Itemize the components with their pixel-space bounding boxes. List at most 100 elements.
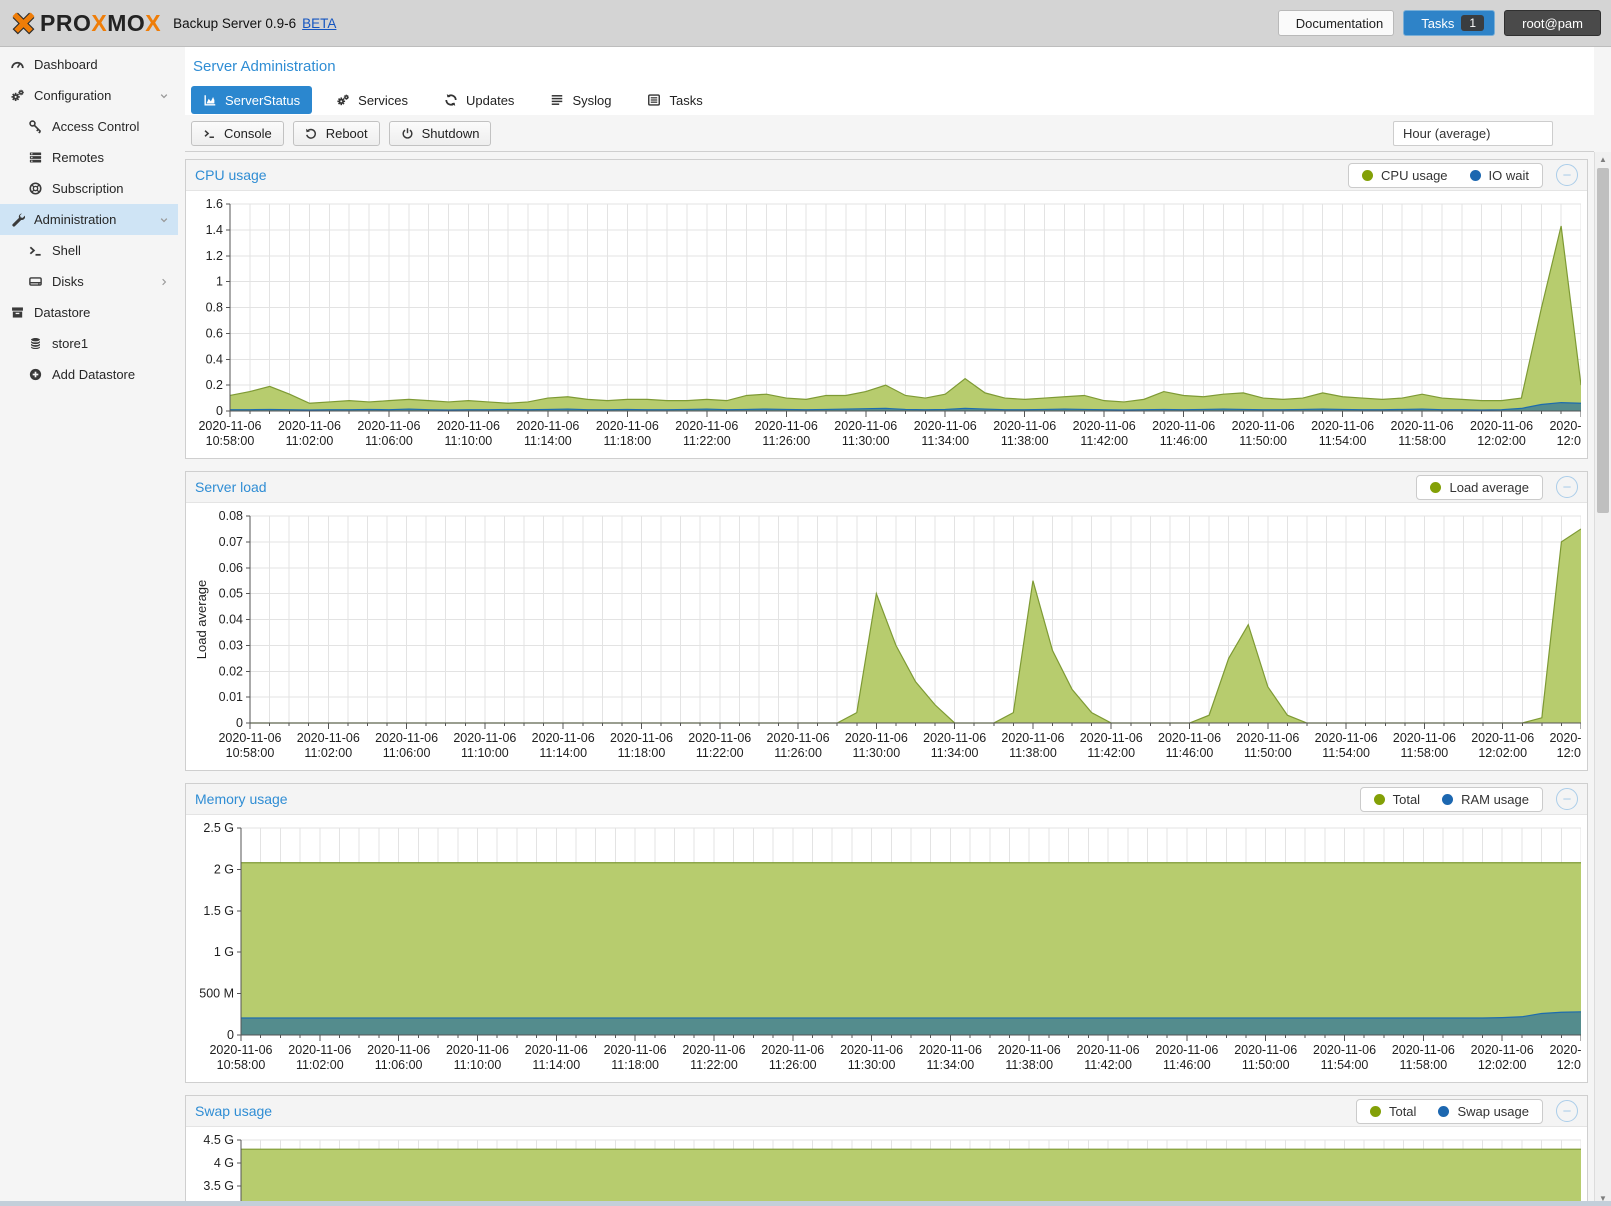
sidebar-item-add-datastore[interactable]: Add Datastore (0, 359, 178, 390)
svg-text:2020-11-06: 2020-11-06 (845, 731, 908, 745)
svg-text:2020-11-06: 2020-11-06 (923, 731, 986, 745)
beta-link[interactable]: BETA (302, 16, 336, 31)
legend-item-ram-usage[interactable]: RAM usage (1442, 792, 1529, 807)
collapse-chart-icon[interactable]: − (1556, 1100, 1578, 1122)
svg-text:1.5 G: 1.5 G (203, 904, 234, 918)
svg-text:0.06: 0.06 (219, 561, 243, 575)
svg-text:1.4: 1.4 (206, 223, 223, 237)
svg-text:2020-11-06: 2020-11-06 (532, 731, 595, 745)
chart-header: Server loadLoad average− (186, 472, 1587, 503)
tab-services[interactable]: Services (324, 86, 420, 114)
key-icon (28, 119, 43, 134)
svg-text:0.4: 0.4 (206, 352, 223, 366)
sidebar-item-administration[interactable]: Administration (0, 204, 178, 235)
sidebar: Dashboard Configuration Access ControlRemo… (0, 47, 178, 1206)
chart-panel-swap: Swap usageTotalSwap usage−0500 M1 G1.5 G… (185, 1095, 1588, 1206)
documentation-button[interactable]: Documentation (1278, 10, 1394, 36)
svg-text:500 M: 500 M (199, 987, 234, 1001)
user-menu-button[interactable]: root@pam (1504, 10, 1601, 36)
sidebar-item-label: store1 (52, 336, 88, 351)
chevron-down-icon[interactable] (159, 215, 169, 225)
bottom-edge-strip (0, 1201, 1611, 1206)
legend-item-total[interactable]: Total (1370, 1104, 1416, 1119)
svg-text:2020-11-06: 2020-11-06 (1234, 1043, 1297, 1057)
chevron-right-icon[interactable] (159, 277, 169, 287)
legend: Total Swap usage (1356, 1099, 1543, 1124)
svg-text:11:06:00: 11:06:00 (383, 746, 431, 760)
page-title: Server Administration (193, 58, 336, 75)
svg-text:0: 0 (227, 1028, 234, 1042)
top-bar: PROXMOX Backup Server 0.9-6 BETA Documen… (0, 0, 1611, 47)
tasks-button[interactable]: Tasks 1 (1403, 10, 1495, 36)
page-header: Server Administration (185, 47, 1594, 85)
svg-text:2020-11-06: 2020-11-06 (1232, 419, 1295, 433)
lifering-icon (28, 181, 43, 196)
svg-text:12:06:00: 12:06:00 (1557, 746, 1581, 760)
legend-item-swap-usage[interactable]: Swap usage (1438, 1104, 1529, 1119)
sidebar-item-datastore[interactable]: Datastore (0, 297, 178, 328)
svg-text:2020-11-06: 2020-11-06 (1073, 419, 1136, 433)
sidebar-item-label: Configuration (34, 88, 111, 103)
disks-icon (28, 274, 43, 289)
svg-text:11:02:00: 11:02:00 (304, 746, 352, 760)
collapse-chart-icon[interactable]: − (1556, 788, 1578, 810)
scroll-up-arrow[interactable]: ▲ (1595, 152, 1611, 167)
svg-text:11:06:00: 11:06:00 (365, 434, 413, 448)
collapse-chart-icon[interactable]: − (1556, 164, 1578, 186)
sidebar-item-remotes[interactable]: Remotes (0, 142, 178, 173)
chart-body: 0500 M1 G1.5 G2 G2.5 G2020-11-0610:58:00… (186, 815, 1587, 1082)
legend-item-load-average[interactable]: Load average (1430, 480, 1529, 495)
collapse-chart-icon[interactable]: − (1556, 476, 1578, 498)
shutdown-button[interactable]: Shutdown (389, 121, 492, 146)
sidebar-item-dashboard[interactable]: Dashboard (0, 49, 178, 80)
svg-text:11:18:00: 11:18:00 (603, 434, 651, 448)
svg-text:0.8: 0.8 (206, 301, 223, 315)
svg-text:2020-11-06: 2020-11-06 (1549, 419, 1581, 433)
gauge-icon (10, 57, 25, 72)
svg-text:11:14:00: 11:14:00 (524, 434, 572, 448)
svg-text:11:54:00: 11:54:00 (1321, 1058, 1369, 1072)
svg-text:11:22:00: 11:22:00 (683, 434, 731, 448)
svg-text:11:14:00: 11:14:00 (539, 746, 587, 760)
svg-text:2020-11-06: 2020-11-06 (1158, 731, 1221, 745)
legend: Total RAM usage (1360, 787, 1543, 812)
sidebar-item-subscription[interactable]: Subscription (0, 173, 178, 204)
svg-text:0.01: 0.01 (219, 690, 243, 704)
svg-text:2020-11-06: 2020-11-06 (1471, 731, 1534, 745)
sidebar-item-shell[interactable]: Shell (0, 235, 178, 266)
svg-text:11:58:00: 11:58:00 (1399, 1058, 1447, 1072)
svg-text:2020-11-06: 2020-11-06 (446, 1043, 509, 1057)
svg-text:2020-11-06: 2020-11-06 (682, 1043, 745, 1057)
svg-text:11:38:00: 11:38:00 (1005, 1058, 1053, 1072)
legend-item-io-wait[interactable]: IO wait (1470, 168, 1529, 183)
svg-text:2020-11-06: 2020-11-06 (198, 419, 261, 433)
chart-panel-memory: Memory usageTotalRAM usage−0500 M1 G1.5 … (185, 783, 1588, 1083)
svg-text:0.2: 0.2 (206, 378, 223, 392)
time-range-select[interactable]: Hour (average) (1393, 121, 1553, 146)
tab-tasks[interactable]: Tasks (635, 86, 714, 114)
sidebar-item-store1[interactable]: store1 (0, 328, 178, 359)
vertical-scrollbar[interactable]: ▲ ▼ (1594, 152, 1611, 1206)
svg-text:11:14:00: 11:14:00 (532, 1058, 580, 1072)
svg-text:11:58:00: 11:58:00 (1398, 434, 1446, 448)
toolbar: Console Reboot Shutdown Hour (average) (185, 115, 1594, 152)
svg-text:11:18:00: 11:18:00 (611, 1058, 659, 1072)
legend-item-cpu-usage[interactable]: CPU usage (1362, 168, 1447, 183)
chevron-down-icon[interactable] (159, 91, 169, 101)
tab-serverstatus[interactable]: ServerStatus (191, 86, 312, 114)
sidebar-item-disks[interactable]: Disks (0, 266, 178, 297)
svg-text:12:02:00: 12:02:00 (1478, 1058, 1527, 1072)
sidebar-item-configuration[interactable]: Configuration (0, 80, 178, 111)
sidebar-item-label: Subscription (52, 181, 124, 196)
svg-text:11:42:00: 11:42:00 (1084, 1058, 1132, 1072)
console-button[interactable]: Console (191, 121, 284, 146)
svg-text:2020-11-06: 2020-11-06 (755, 419, 818, 433)
sidebar-item-access-control[interactable]: Access Control (0, 111, 178, 142)
svg-text:0.04: 0.04 (219, 613, 243, 627)
scrollbar-thumb[interactable] (1597, 168, 1609, 513)
tab-syslog[interactable]: Syslog (538, 86, 623, 114)
refresh-icon (444, 93, 458, 107)
tab-updates[interactable]: Updates (432, 86, 526, 114)
reboot-button[interactable]: Reboot (293, 121, 380, 146)
legend-item-total[interactable]: Total (1374, 792, 1420, 807)
